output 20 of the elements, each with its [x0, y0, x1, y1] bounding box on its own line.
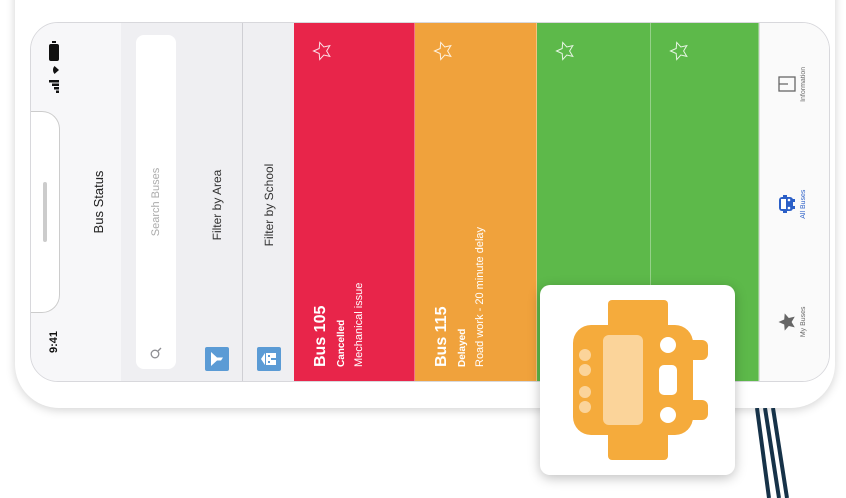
bus-status-card[interactable]: Bus 105 Cancelled Mechanical issue — [294, 23, 416, 381]
funnel-icon — [204, 347, 228, 371]
clock-time: 9:41 — [48, 330, 60, 353]
screen-title: Bus Status — [91, 170, 106, 234]
bus-name: Bus 105 — [312, 304, 330, 367]
bus-detail: Mechanical issue — [353, 282, 365, 367]
filter-label: Filter by School — [262, 162, 276, 248]
battery-icon — [48, 41, 58, 61]
bus-detail: Road work - 20 minute delay — [474, 226, 486, 367]
star-icon — [776, 312, 796, 332]
bus-status: Cancelled — [336, 318, 347, 367]
filter-label: Filter by Area — [210, 168, 224, 242]
building-icon — [256, 347, 280, 371]
search-field[interactable]: Search Buses — [136, 35, 176, 369]
filter-row[interactable]: Filter by School — [243, 23, 294, 381]
signal-icon — [48, 79, 58, 93]
filter-row[interactable]: Filter by Area — [191, 23, 243, 381]
bus-name: Bus 115 — [433, 306, 452, 367]
bus-status: Delayed — [457, 328, 468, 367]
bus-icon — [776, 194, 796, 214]
